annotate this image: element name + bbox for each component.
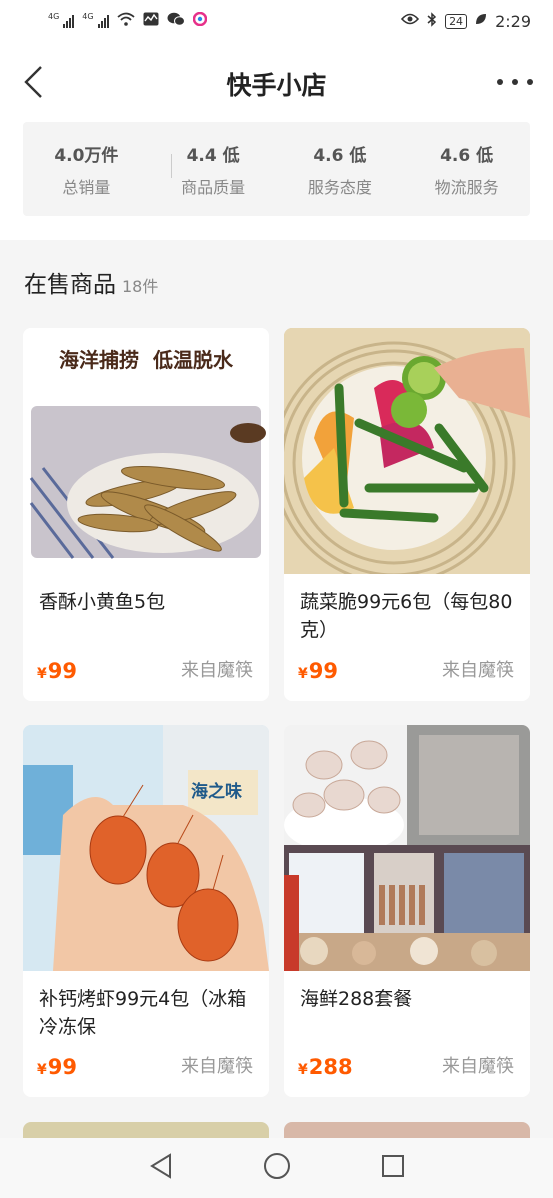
stat-divider [171, 154, 172, 178]
square-recents-icon [381, 1155, 404, 1177]
store-stats: 4.0万件 总销量 4.4 低 商品质量 4.6 低 服务态度 4.6 低 物流… [23, 122, 530, 216]
stat-service-attitude: 4.6 低 服务态度 [277, 141, 404, 198]
system-navigation-bar [0, 1138, 553, 1198]
more-options-button[interactable] [497, 72, 533, 92]
on-sale-heading: 在售商品 18件 [24, 265, 158, 299]
status-bar: 4G 4G 24 2:29 [0, 0, 553, 42]
product-source: 来自魔筷 [442, 1056, 514, 1077]
stat-value: 4.0万件 [54, 145, 119, 166]
store-stats-section: 4.0万件 总销量 4.4 低 商品质量 4.6 低 服务态度 4.6 低 物流… [0, 122, 553, 240]
stat-label: 服务态度 [307, 177, 372, 197]
product-card[interactable]: 海鲜288套餐 ¥288 来自魔筷 [284, 725, 530, 1097]
product-image: 海洋捕捞 低温脱水 [23, 328, 269, 574]
currency-symbol: ¥ [298, 1062, 308, 1078]
wifi-icon [117, 12, 135, 30]
network-type-1: 4G [48, 11, 60, 21]
product-card-peek[interactable] [284, 1122, 530, 1138]
product-source: 来自魔筷 [181, 1056, 253, 1077]
activity-icon [143, 12, 159, 30]
price-value: 288 [308, 1055, 353, 1079]
navigation-bar: 快手小店 [0, 42, 553, 122]
section-title: 在售商品 [24, 272, 116, 298]
product-card[interactable]: 海洋捕捞 低温脱水 香酥小黄鱼5包 ¥99 来自魔筷 [23, 328, 269, 701]
stat-label: 总销量 [62, 177, 111, 197]
nav-back-button[interactable] [149, 1153, 173, 1183]
back-button[interactable] [18, 64, 48, 100]
currency-symbol: ¥ [37, 1062, 47, 1078]
package-label-text: 海之味 [191, 782, 242, 802]
product-source: 来自魔筷 [181, 660, 253, 681]
currency-symbol: ¥ [298, 666, 308, 682]
product-image: 海之味 [23, 725, 269, 971]
signal-icon-2 [97, 14, 109, 28]
battery-icon: 24 [445, 13, 468, 29]
product-card-peek[interactable] [23, 1122, 269, 1138]
product-image [284, 328, 530, 574]
app-icon [192, 11, 207, 30]
network-type-2: 4G [82, 11, 94, 21]
stat-label: 物流服务 [434, 177, 499, 197]
nav-home-button[interactable] [263, 1152, 291, 1184]
product-name: 蔬菜脆99元6包（每包80克） [300, 591, 513, 641]
product-count: 18件 [122, 277, 159, 296]
chevron-left-icon [24, 66, 42, 98]
stat-value: 4.6 低 [440, 145, 494, 166]
product-price: ¥99 [37, 1055, 77, 1079]
page-title: 快手小店 [226, 71, 327, 100]
stat-label: 商品质量 [181, 177, 246, 197]
stat-product-quality: 4.4 低 商品质量 [150, 141, 277, 198]
price-value: 99 [47, 659, 77, 683]
circle-home-icon [263, 1153, 290, 1179]
bluetooth-icon [427, 11, 437, 31]
eye-icon [400, 13, 420, 29]
stat-value: 4.6 低 [313, 145, 367, 166]
product-image [284, 725, 530, 971]
stat-total-sales: 4.0万件 总销量 [23, 141, 150, 198]
more-dot [527, 79, 533, 85]
more-dots-icon [497, 79, 503, 85]
product-price: ¥288 [298, 1055, 353, 1079]
nav-recents-button[interactable] [381, 1154, 405, 1182]
product-name: 香酥小黄鱼5包 [39, 591, 166, 613]
currency-symbol: ¥ [37, 666, 47, 682]
stat-value: 4.4 低 [186, 145, 240, 166]
triangle-back-icon [149, 1153, 171, 1179]
product-card[interactable]: 蔬菜脆99元6包（每包80克） ¥99 来自魔筷 [284, 328, 530, 701]
price-value: 99 [308, 659, 338, 683]
product-card[interactable]: 海之味 补钙烤虾99元4包（冰箱冷冻保 ¥99 来自魔筷 [23, 725, 269, 1097]
leaf-icon [475, 13, 487, 29]
more-dot [512, 79, 518, 85]
stat-logistics-service: 4.6 低 物流服务 [403, 141, 530, 198]
product-price: ¥99 [298, 659, 338, 683]
signal-icon [63, 14, 75, 28]
clock-time: 2:29 [495, 11, 531, 31]
wechat-icon [167, 12, 185, 30]
product-name: 补钙烤虾99元4包（冰箱冷冻保 [39, 988, 247, 1038]
product-name: 海鲜288套餐 [300, 988, 413, 1010]
product-source: 来自魔筷 [442, 660, 514, 681]
price-value: 99 [47, 1055, 77, 1079]
product-price: ¥99 [37, 659, 77, 683]
